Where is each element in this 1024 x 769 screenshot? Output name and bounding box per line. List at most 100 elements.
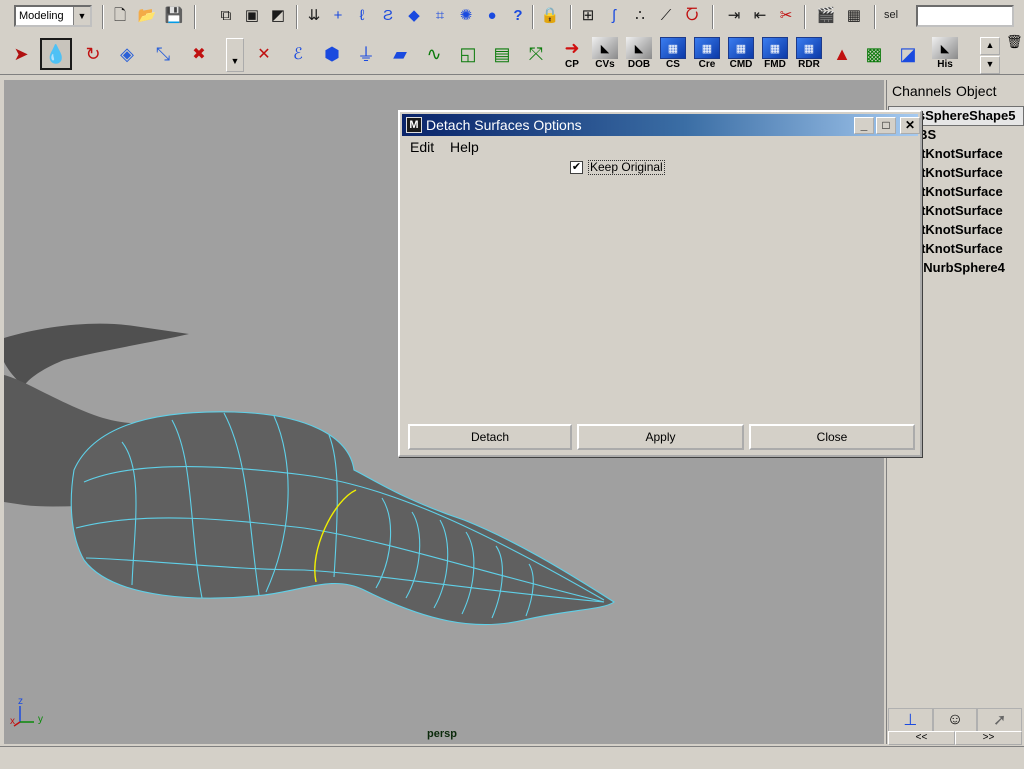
revolve-icon[interactable]: ⬢ bbox=[318, 40, 346, 68]
maximize-button[interactable]: □ bbox=[876, 117, 896, 134]
keep-original-label[interactable]: Keep Original bbox=[588, 160, 665, 175]
menu-help[interactable]: Help bbox=[450, 139, 479, 155]
chevron-down-icon[interactable]: ▼ bbox=[980, 56, 1000, 74]
shelf-menu-icon[interactable]: ▼ bbox=[226, 38, 244, 72]
arrow-icon[interactable]: ➚ bbox=[977, 708, 1023, 732]
cmd-icon: ▦ bbox=[728, 37, 754, 59]
snap-curve-icon[interactable]: ʃ bbox=[604, 6, 624, 26]
rotate-tool-icon[interactable]: ◈ bbox=[114, 40, 140, 68]
shelf-label: CMD bbox=[729, 59, 753, 70]
output-ops-icon[interactable]: ⇤ bbox=[750, 6, 770, 26]
close-window-button[interactable]: ✕ bbox=[900, 117, 920, 134]
shelf-label: CS bbox=[666, 59, 680, 70]
tab-channels[interactable]: Channels bbox=[892, 83, 951, 99]
attach-icon[interactable]: ℰ bbox=[284, 40, 312, 68]
chevron-down-icon[interactable]: ▼ bbox=[73, 7, 90, 25]
snap-point-icon[interactable]: ∴ bbox=[630, 6, 650, 26]
new-scene-icon[interactable]: 🗋 bbox=[110, 6, 130, 26]
make-live-icon[interactable]: Ⴀ bbox=[682, 6, 702, 26]
render-frame-icon[interactable]: 🎬 bbox=[816, 6, 836, 26]
shelf-rdr[interactable]: ▦ RDR bbox=[794, 37, 824, 71]
lock-selection-icon[interactable]: 🔒 bbox=[540, 6, 560, 26]
his-icon: ◣ bbox=[932, 37, 958, 59]
select-object-icon[interactable]: ▣ bbox=[242, 6, 262, 26]
close-button[interactable]: Close bbox=[749, 424, 915, 450]
axis-z-label: z bbox=[18, 696, 23, 707]
select-curve-icon[interactable]: Ƨ bbox=[378, 6, 398, 26]
cre-icon: ▦ bbox=[694, 37, 720, 59]
select-component-icon[interactable]: ◩ bbox=[268, 6, 288, 26]
open-scene-icon[interactable]: 📂 bbox=[137, 6, 157, 26]
sculpt-icon[interactable]: ◪ bbox=[894, 40, 922, 68]
lasso-tool-icon[interactable]: 💧 bbox=[40, 38, 72, 70]
select-rendering-icon[interactable]: ● bbox=[482, 6, 502, 26]
select-handle-icon[interactable]: ⇊ bbox=[304, 6, 324, 26]
select-deformation-icon[interactable]: ⌗ bbox=[430, 6, 450, 26]
separator bbox=[712, 5, 714, 29]
smiley-icon[interactable]: ☺ bbox=[932, 708, 978, 732]
dialog-titlebar[interactable]: M Detach Surfaces Options _ □ ✕ bbox=[402, 114, 920, 136]
snap-view-icon[interactable]: ⟋ bbox=[656, 6, 676, 26]
nav-prev-button[interactable]: << bbox=[888, 731, 955, 745]
select-dynamic-icon[interactable]: ✺ bbox=[456, 6, 476, 26]
bevel-icon[interactable]: ⤧ bbox=[522, 40, 550, 68]
keep-original-checkbox[interactable]: ✔ bbox=[570, 161, 583, 174]
select-param-icon[interactable]: ℓ bbox=[352, 6, 372, 26]
shelf-his[interactable]: ◣ His bbox=[930, 37, 960, 71]
pivot-icon[interactable]: ▲ bbox=[828, 40, 856, 68]
shelf-cmd[interactable]: ▦ CMD bbox=[726, 37, 756, 71]
paint-icon[interactable]: ▩ bbox=[860, 40, 888, 68]
select-tool-icon[interactable]: ➤ bbox=[8, 40, 34, 68]
extrude-icon[interactable]: ∿ bbox=[420, 40, 448, 68]
input-ops-icon[interactable]: ⇥ bbox=[724, 6, 744, 26]
move-gizmo-icon[interactable]: ⊥ bbox=[888, 708, 933, 732]
mode-select[interactable]: Modeling ▼ bbox=[14, 5, 92, 27]
trash-icon[interactable]: 🗑 bbox=[1006, 34, 1023, 50]
select-point-icon[interactable]: + bbox=[328, 6, 348, 26]
chevron-up-icon[interactable]: ▲ bbox=[980, 37, 1000, 55]
save-scene-icon[interactable]: 💾 bbox=[164, 6, 184, 26]
select-surface-icon[interactable]: ◆ bbox=[404, 6, 424, 26]
cvs-icon: ◣ bbox=[592, 37, 618, 59]
separator bbox=[804, 5, 806, 29]
dialog-title: Detach Surfaces Options bbox=[426, 117, 582, 133]
rdr-icon: ▦ bbox=[796, 37, 822, 59]
planar-icon[interactable]: ▰ bbox=[386, 40, 414, 68]
ipr-render-icon[interactable]: ▦ bbox=[844, 6, 864, 26]
shelf-fmd[interactable]: ▦ FMD bbox=[760, 37, 790, 71]
snap-grid-icon[interactable]: ⊞ bbox=[578, 6, 598, 26]
apply-button[interactable]: Apply bbox=[577, 424, 744, 450]
status-line: Modeling ▼ 🗋 📂 💾 ⧉ ▣ ◩ ⇊ + ℓ Ƨ ◆ ⌗ ✺ ● ?… bbox=[0, 0, 1024, 35]
cs-icon: ▦ bbox=[660, 37, 686, 59]
shelf-dob[interactable]: ◣ DOB bbox=[624, 37, 654, 71]
menu-edit[interactable]: Edit bbox=[410, 139, 434, 155]
separator bbox=[532, 5, 534, 29]
shelf-cp[interactable]: ➜ CP bbox=[557, 37, 587, 71]
shelf-cs[interactable]: ▦ CS bbox=[658, 37, 688, 71]
shelf-cvs[interactable]: ◣ CVs bbox=[590, 37, 620, 71]
manipulator-tool-icon[interactable]: ✖ bbox=[186, 40, 212, 68]
detach-icon[interactable]: ✕ bbox=[250, 40, 278, 68]
shelf-scroll[interactable]: ▲ ▼ bbox=[980, 37, 1000, 74]
construction-history-icon[interactable]: ✂ bbox=[776, 6, 796, 26]
minimize-button[interactable]: _ bbox=[854, 117, 874, 134]
arrow-icon: ➜ bbox=[564, 37, 580, 58]
channel-box-tools: ⊥ ☺ ➚ bbox=[888, 708, 1023, 732]
tab-object[interactable]: Object bbox=[956, 83, 996, 99]
scale-tool-icon[interactable]: ⤡ bbox=[150, 40, 176, 68]
nav-next-button[interactable]: >> bbox=[955, 731, 1022, 745]
dialog-menubar: Edit Help bbox=[402, 137, 918, 157]
detach-button[interactable]: Detach bbox=[408, 424, 572, 450]
quick-select-input[interactable] bbox=[916, 5, 1014, 27]
axis-gizmo: z y x bbox=[10, 696, 50, 732]
separator bbox=[194, 5, 196, 29]
move-tool-icon[interactable]: ↻ bbox=[80, 40, 106, 68]
shelf-label: DOB bbox=[627, 59, 651, 70]
shelf-cre[interactable]: ▦ Cre bbox=[692, 37, 722, 71]
select-misc-icon[interactable]: ? bbox=[508, 6, 528, 26]
square-icon[interactable]: ▤ bbox=[488, 40, 516, 68]
boundary-icon[interactable]: ◱ bbox=[454, 40, 482, 68]
select-hierarchy-icon[interactable]: ⧉ bbox=[216, 6, 236, 26]
loft-icon[interactable]: ⏚ bbox=[352, 40, 380, 68]
camera-label: persp bbox=[427, 728, 457, 740]
